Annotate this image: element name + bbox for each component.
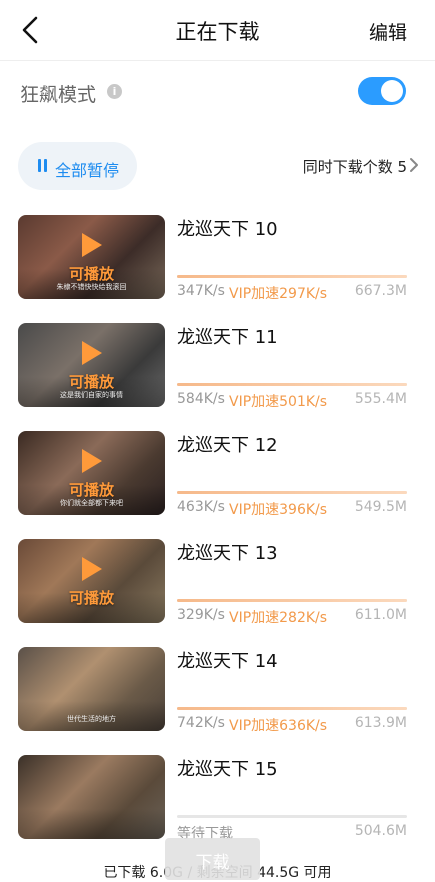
file-size: 613.9M [354, 715, 407, 731]
progress-bar [177, 491, 407, 494]
episode-title: 龙巡天下 14 [177, 651, 278, 672]
play-icon [80, 339, 104, 367]
turbo-mode-label: 狂飙模式 [20, 84, 97, 106]
download-item[interactable]: 可播放 你们就全部都下来吧 龙巡天下 12 463K/s VIP加速396K/s… [0, 431, 435, 521]
episode-title: 龙巡天下 10 [177, 219, 278, 240]
edit-button[interactable]: 编辑 [369, 18, 407, 45]
pause-icon [38, 159, 48, 173]
pause-all-label: 全部暂停 [55, 161, 120, 180]
play-icon [80, 231, 104, 259]
download-speed: 347K/s [177, 283, 225, 299]
video-subtitle: 你们就全部都下来吧 [60, 499, 123, 507]
pause-all-button[interactable]: 全部暂停 [18, 142, 137, 190]
playable-label: 可播放 [68, 373, 114, 391]
playable-label: 可播放 [68, 265, 114, 283]
video-subtitle: 朱棣不错快快给我滚回 [56, 283, 127, 291]
download-speed: 463K/s [177, 499, 225, 515]
video-thumbnail[interactable]: 可播放 你们就全部都下来吧 [18, 431, 165, 515]
episode-title: 龙巡天下 15 [177, 759, 278, 780]
playable-label: 可播放 [68, 481, 114, 499]
progress-bar [177, 707, 407, 710]
file-size: 611.0M [354, 607, 407, 623]
concurrent-downloads-setting[interactable]: 同时下载个数 5 [303, 156, 407, 177]
play-icon [80, 555, 104, 583]
episode-title: 龙巡天下 11 [177, 327, 278, 348]
video-thumbnail[interactable]: 世代生活的地方 [18, 647, 165, 731]
vip-speed: VIP加速282K/s [229, 610, 328, 626]
video-thumbnail[interactable]: 可播放 朱棣不错快快给我滚回 [18, 215, 165, 299]
download-button[interactable]: 下载 [165, 838, 260, 880]
episode-title: 龙巡天下 12 [177, 435, 278, 456]
turbo-mode-row: 狂飙模式 i [0, 62, 435, 122]
progress-bar [177, 275, 407, 278]
file-size: 667.3M [354, 283, 407, 299]
download-speed: 584K/s [177, 391, 225, 407]
info-icon[interactable]: i [107, 84, 122, 99]
video-thumbnail[interactable] [18, 755, 165, 839]
progress-bar [177, 815, 407, 818]
vip-speed: VIP加速297K/s [229, 286, 328, 302]
download-item[interactable]: 世代生活的地方 龙巡天下 14 742K/s VIP加速636K/s 613.9… [0, 647, 435, 737]
download-item[interactable]: 可播放 朱棣不错快快给我滚回 龙巡天下 10 347K/s VIP加速297K/… [0, 215, 435, 305]
video-thumbnail[interactable]: 可播放 [18, 539, 165, 623]
video-thumbnail[interactable]: 可播放 这是我们自家的事情 [18, 323, 165, 407]
download-speed: 329K/s [177, 607, 225, 623]
file-size: 549.5M [354, 499, 407, 515]
file-size: 555.4M [354, 391, 407, 407]
video-subtitle: 这是我们自家的事情 [60, 391, 123, 399]
toggle-knob [381, 80, 403, 102]
playable-label: 可播放 [68, 589, 114, 607]
chevron-right-icon[interactable] [409, 156, 419, 174]
file-size: 504.6M [354, 823, 407, 839]
turbo-mode-toggle[interactable] [358, 77, 406, 105]
progress-bar [177, 383, 407, 386]
episode-title: 龙巡天下 13 [177, 543, 278, 564]
progress-bar [177, 599, 407, 602]
download-speed: 742K/s [177, 715, 225, 731]
download-item[interactable]: 可播放 龙巡天下 13 329K/s VIP加速282K/s 611.0M [0, 539, 435, 629]
vip-speed: VIP加速396K/s [229, 502, 328, 518]
download-button-label: 下载 [195, 853, 230, 873]
download-item[interactable]: 可播放 这是我们自家的事情 龙巡天下 11 584K/s VIP加速501K/s… [0, 323, 435, 413]
play-icon [80, 447, 104, 475]
download-item[interactable]: 龙巡天下 15 等待下载 504.6M [0, 755, 435, 845]
vip-speed: VIP加速636K/s [229, 718, 328, 734]
vip-speed: VIP加速501K/s [229, 394, 328, 410]
video-subtitle: 世代生活的地方 [67, 715, 116, 723]
top-bar: 正在下载 编辑 [0, 0, 435, 61]
